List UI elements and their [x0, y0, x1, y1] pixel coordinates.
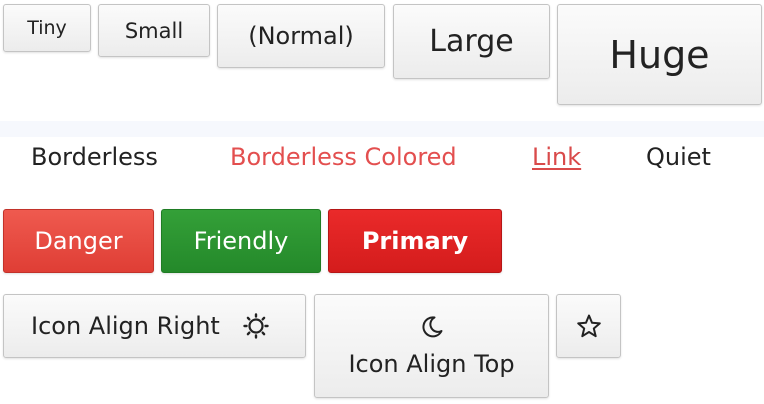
huge-button[interactable]: Huge [557, 4, 762, 105]
danger-button-label: Danger [34, 227, 123, 255]
quiet-button[interactable]: Quiet [646, 141, 711, 173]
quiet-button-label: Quiet [646, 143, 711, 171]
borderless-button[interactable]: Borderless [31, 141, 158, 173]
normal-button-label: (Normal) [248, 22, 354, 50]
sun-icon [242, 312, 270, 340]
icon-align-right-button[interactable]: Icon Align Right [3, 294, 306, 358]
borderless-colored-button-label: Borderless Colored [230, 143, 457, 171]
primary-button-label: Primary [361, 227, 469, 255]
friendly-button-label: Friendly [193, 227, 289, 255]
small-button-label: Small [124, 18, 184, 43]
icon-align-top-button[interactable]: Icon Align Top [314, 294, 549, 398]
star-icon [576, 313, 602, 339]
tiny-button[interactable]: Tiny [3, 4, 91, 52]
tiny-button-label: Tiny [27, 17, 67, 39]
moon-icon [419, 314, 445, 340]
large-button-label: Large [429, 24, 514, 59]
danger-button[interactable]: Danger [3, 209, 154, 273]
link-button[interactable]: Link [532, 141, 581, 173]
borderless-colored-button[interactable]: Borderless Colored [230, 141, 457, 173]
star-icon-button[interactable] [556, 294, 621, 358]
link-button-label: Link [532, 143, 582, 171]
icon-align-top-label: Icon Align Top [348, 350, 515, 378]
small-button[interactable]: Small [98, 4, 210, 57]
divider-band [0, 121, 764, 137]
borderless-button-label: Borderless [31, 143, 158, 171]
normal-button[interactable]: (Normal) [217, 4, 385, 68]
huge-button-label: Huge [609, 32, 710, 77]
large-button[interactable]: Large [393, 4, 550, 79]
friendly-button[interactable]: Friendly [161, 209, 321, 273]
icon-align-right-label: Icon Align Right [31, 312, 220, 340]
primary-button[interactable]: Primary [328, 209, 502, 273]
